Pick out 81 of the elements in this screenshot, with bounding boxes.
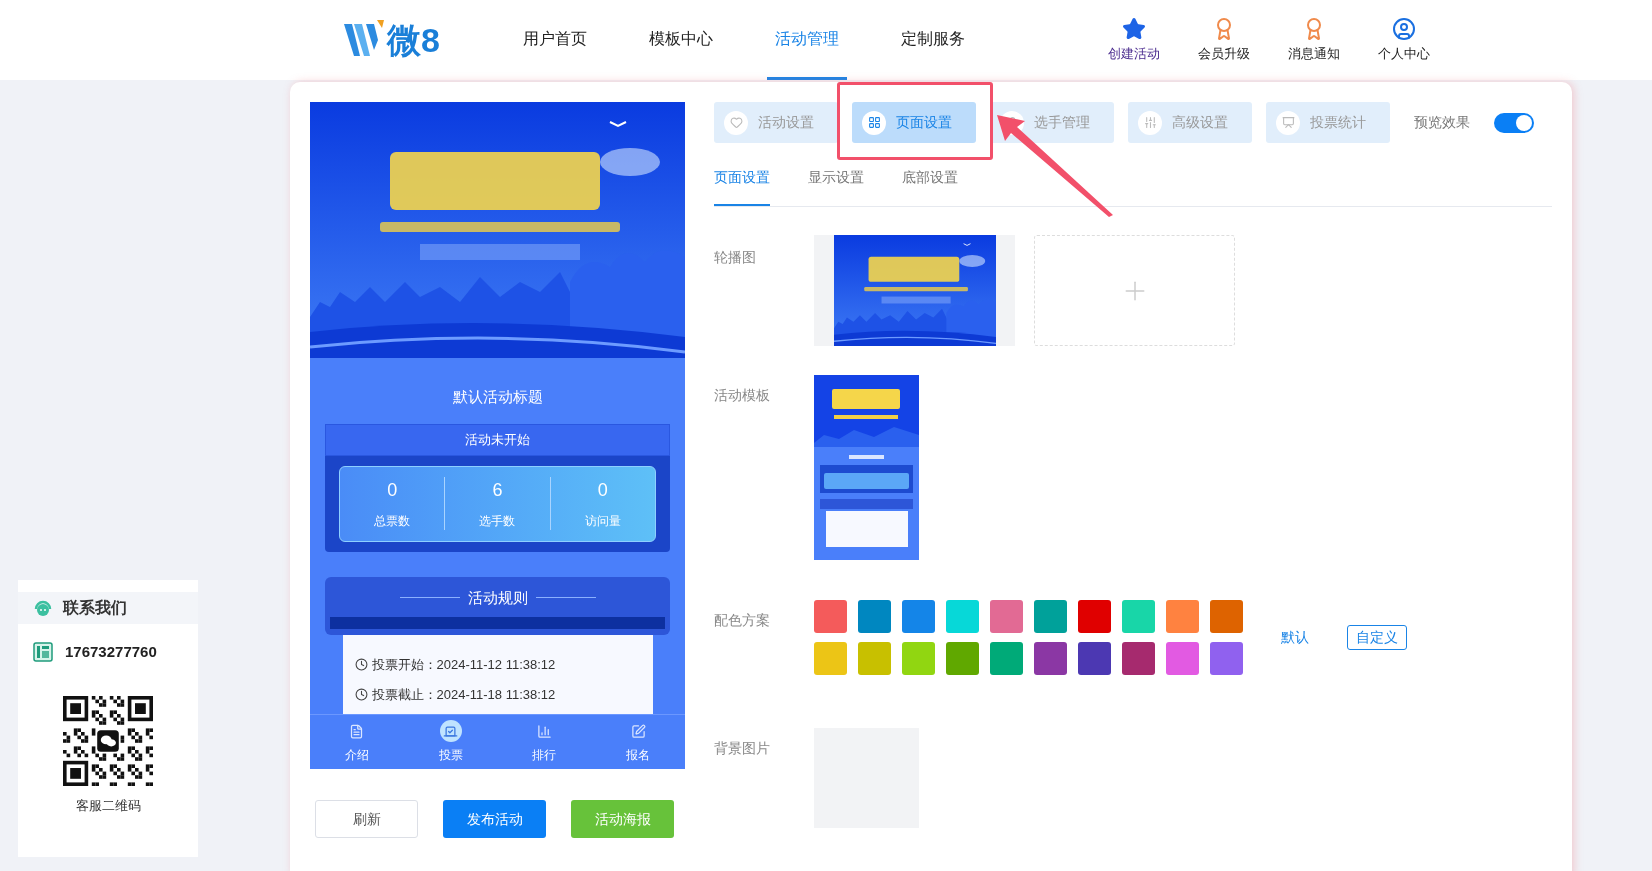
phone-tab[interactable]: 投票 <box>403 715 498 769</box>
sub-tab[interactable]: 底部设置 <box>902 167 958 206</box>
stat-value: 6 <box>492 479 503 502</box>
settings-tab[interactable]: 活动设置 <box>714 102 838 143</box>
color-swatch[interactable] <box>990 600 1023 633</box>
headset-icon <box>33 598 53 618</box>
logo-text: 微8 <box>387 23 440 57</box>
phone-tab[interactable]: 报名 <box>591 715 685 769</box>
color-swatch[interactable] <box>946 642 979 675</box>
telephone-icon <box>33 642 53 663</box>
stat-label: 选手数 <box>479 513 516 530</box>
settings-tab[interactable]: 页面设置 <box>852 102 976 143</box>
action-button[interactable]: 刷新 <box>315 800 418 838</box>
header-action[interactable]: 创建活动 <box>1101 16 1167 64</box>
chart-icon <box>536 723 552 739</box>
grid-icon <box>867 116 881 129</box>
color-swatch[interactable] <box>814 642 847 675</box>
sub-tab[interactable]: 显示设置 <box>808 167 864 206</box>
color-swatch[interactable] <box>1078 642 1111 675</box>
chart-icon <box>1281 116 1295 129</box>
qr-caption: 客服二维码 <box>74 796 142 815</box>
preview-toggle[interactable] <box>1494 112 1534 133</box>
stat-label: 总票数 <box>374 513 411 530</box>
color-swatch[interactable] <box>1122 600 1155 633</box>
color-swatch[interactable] <box>902 600 935 633</box>
activity-title: 默认活动标题 <box>452 387 543 407</box>
settings-tab[interactable]: 高级设置 <box>1128 102 1252 143</box>
sub-tab[interactable]: 页面设置 <box>714 167 770 206</box>
color-swatch[interactable] <box>1078 600 1111 633</box>
phone-tab[interactable]: 介绍 <box>310 715 404 769</box>
field-label: 配色方案 <box>714 611 771 630</box>
clock-icon <box>354 687 368 701</box>
field-label: 背景图片 <box>714 739 771 758</box>
sliders-icon <box>1143 116 1157 129</box>
action-button[interactable]: 活动海报 <box>571 800 674 838</box>
phone-tab[interactable]: 排行 <box>497 715 592 769</box>
color-swatch[interactable] <box>1210 600 1243 633</box>
settings-tab[interactable]: 投票统计 <box>1266 102 1390 143</box>
header-action[interactable]: 会员升级 <box>1191 16 1257 64</box>
carousel-thumbnail[interactable] <box>814 235 1015 346</box>
ballot-icon <box>443 723 459 739</box>
nav-tab[interactable]: 用户首页 <box>515 0 595 80</box>
clock-icon <box>354 658 368 672</box>
add-image-button[interactable] <box>1034 235 1235 346</box>
rule-text: 投票开始：2024-11-12 11:38:12 <box>371 656 556 674</box>
default-link[interactable]: 默认 <box>1281 627 1309 648</box>
color-swatch[interactable] <box>858 642 891 675</box>
heart-icon <box>729 116 743 129</box>
color-swatch[interactable] <box>902 642 935 675</box>
field-label: 轮播图 <box>714 248 757 267</box>
phone-number: 17673277760 <box>65 642 157 662</box>
star-icon <box>1122 16 1146 41</box>
color-swatch[interactable] <box>1122 642 1155 675</box>
contact-title: 联系我们 <box>63 598 127 618</box>
field-label: 活动模板 <box>714 386 771 405</box>
color-swatch[interactable] <box>858 600 891 633</box>
stat-value: 0 <box>597 479 608 502</box>
header-action[interactable]: 消息通知 <box>1281 16 1347 64</box>
pen-icon <box>630 723 646 739</box>
color-swatch[interactable] <box>946 600 979 633</box>
custom-button[interactable]: 自定义 <box>1347 625 1407 650</box>
color-swatch[interactable] <box>1166 642 1199 675</box>
header-action[interactable]: 个人中心 <box>1371 16 1437 64</box>
color-swatch[interactable] <box>1166 600 1199 633</box>
nav-tab[interactable]: 模板中心 <box>641 0 721 80</box>
color-swatch[interactable] <box>1034 600 1067 633</box>
stat-label: 访问量 <box>584 513 621 530</box>
rules-title: 活动规则 <box>467 587 528 608</box>
status-label: 活动未开始 <box>325 423 670 456</box>
stat-value: 0 <box>387 479 398 502</box>
rule-text: 投票截止：2024-11-18 11:38:12 <box>371 685 556 704</box>
color-swatch[interactable] <box>1210 642 1243 675</box>
nav-tab[interactable]: 定制服务 <box>893 0 973 80</box>
toggle-label: 预览效果 <box>1414 113 1470 132</box>
color-swatch[interactable] <box>990 642 1023 675</box>
action-button[interactable]: 发布活动 <box>443 800 546 838</box>
arrow-icon <box>995 113 1115 218</box>
color-swatch[interactable] <box>1034 642 1067 675</box>
user-icon <box>1392 16 1416 41</box>
document-icon <box>349 723 365 739</box>
color-swatch[interactable] <box>814 600 847 633</box>
